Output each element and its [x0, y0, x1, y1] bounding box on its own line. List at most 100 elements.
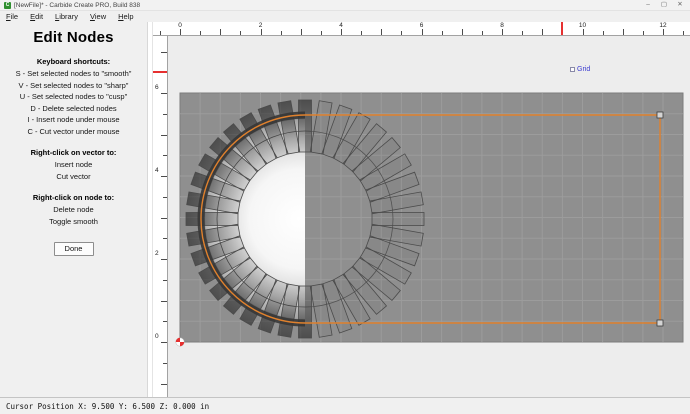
ruler-tick: [220, 29, 222, 35]
ruler-tick: [522, 31, 524, 35]
ruler-tick: [161, 300, 167, 302]
gear-tooth[interactable]: [185, 212, 239, 226]
ruler-tick: [163, 321, 167, 323]
minimize-icon[interactable]: –: [640, 0, 656, 10]
ruler-tick: [161, 217, 167, 219]
context-line: Insert node: [54, 160, 93, 169]
shortcut-line: U - Set selected nodes to "cusp": [19, 92, 128, 101]
ruler-tick: [159, 31, 161, 35]
ruler-label: 2: [258, 22, 263, 29]
ruler-tick: [320, 31, 322, 35]
ruler-tick: [260, 29, 262, 35]
ruler-tick: [401, 31, 403, 35]
menu-library[interactable]: Library: [49, 11, 84, 22]
menu-file[interactable]: File: [0, 11, 24, 22]
shortcut-line: C - Cut vector under mouse: [27, 126, 120, 136]
ruler-tick: [161, 342, 167, 343]
ruler-tick: [341, 29, 342, 35]
done-button[interactable]: Done: [53, 242, 94, 256]
window-title: [NewFile]* - Carbide Create PRO, Build 8…: [14, 1, 141, 9]
ruler-tick: [161, 51, 167, 53]
cursor-x-marker: [561, 22, 564, 35]
ruler-tick: [542, 29, 544, 35]
gear-tooth[interactable]: [298, 99, 312, 153]
ruler-tick: [163, 155, 167, 157]
ruler-tick: [163, 196, 167, 198]
ruler-tick: [163, 238, 167, 240]
ruler-tick: [161, 383, 167, 385]
section-heading: Right-click on node to:: [32, 193, 115, 202]
ruler-label: 8: [500, 22, 504, 29]
cursor-position-readout: Cursor Position X: 9.500 Y: 6.500 Z: 0.0…: [6, 402, 210, 411]
context-line: Toggle smooth: [49, 216, 98, 226]
ruler-tick: [161, 93, 167, 94]
ruler-tick: [441, 31, 443, 35]
ruler-label: 10: [578, 22, 587, 29]
gear-tooth[interactable]: [371, 212, 425, 226]
ruler-label: 0: [155, 333, 159, 340]
grid-toggle[interactable]: Grid: [570, 66, 590, 74]
vector-context-section: Right-click on vector to: Insert node Cu…: [0, 148, 147, 182]
section-heading: Right-click on vector to:: [30, 148, 117, 157]
shortcut-line: D - Delete selected nodes: [30, 103, 117, 113]
menu-view[interactable]: View: [84, 11, 112, 22]
menu-help[interactable]: Help: [112, 11, 139, 22]
origin-marker: [175, 337, 185, 347]
shortcut-line: I - Insert node under mouse: [27, 115, 120, 124]
ruler-tick: [200, 31, 202, 35]
node-context-section: Right-click on node to: Delete node Togg…: [0, 193, 147, 227]
ruler-tick: [602, 31, 604, 35]
node-handle[interactable]: [656, 111, 664, 119]
ruler-tick: [163, 279, 167, 281]
gear-tooth[interactable]: [298, 285, 312, 339]
status-bar: Cursor Position X: 9.500 Y: 6.500 Z: 0.0…: [0, 397, 690, 414]
ruler-tick: [622, 29, 624, 35]
context-line: Cut vector: [56, 171, 91, 181]
ruler-label: 2: [155, 250, 159, 257]
ruler-tick: [481, 31, 483, 35]
cursor-y-marker: [153, 71, 167, 74]
page-title: Edit Nodes: [33, 29, 114, 46]
close-icon[interactable]: ✕: [672, 0, 688, 10]
grid-checkbox[interactable]: [570, 67, 575, 72]
menu-edit[interactable]: Edit: [24, 11, 49, 22]
ruler-label: 0: [178, 22, 182, 29]
app-icon: C: [4, 1, 11, 9]
title-bar: C [NewFile]* - Carbide Create PRO, Build…: [0, 0, 690, 11]
ruler-tick: [461, 29, 463, 35]
ruler-tick: [642, 31, 644, 35]
edit-nodes-panel: Edit Nodes Keyboard shortcuts: S - Set s…: [0, 22, 148, 397]
design-canvas[interactable]: [168, 36, 690, 397]
ruler-tick: [502, 29, 503, 35]
ruler-tick: [300, 29, 302, 35]
keyboard-shortcuts-section: Keyboard shortcuts: S - Set selected nod…: [0, 57, 147, 137]
ruler-tick: [161, 176, 167, 177]
ruler-label: 4: [155, 167, 159, 174]
ruler-label: 12: [659, 22, 667, 29]
ruler-tick: [240, 31, 242, 35]
shortcut-line: S - Set selected nodes to "smooth": [15, 69, 132, 78]
menu-bar: File Edit Library View Help: [0, 11, 690, 22]
ruler-tick: [361, 31, 363, 35]
node-handle[interactable]: [656, 319, 664, 327]
ruler-tick: [163, 362, 167, 364]
horizontal-ruler: 0 2 4 6 8 10 12: [153, 22, 690, 36]
ruler-tick: [663, 29, 664, 35]
ruler-tick: [381, 29, 383, 35]
ruler-label: 6: [155, 84, 159, 91]
ruler-tick: [180, 29, 181, 35]
maximize-icon[interactable]: ▢: [656, 0, 672, 10]
section-heading: Keyboard shortcuts:: [36, 57, 111, 66]
grid-toggle-label[interactable]: Grid: [577, 66, 590, 74]
ruler-tick: [161, 259, 167, 260]
ruler-label: 4: [339, 22, 343, 29]
ruler-tick: [161, 134, 167, 136]
vertical-ruler: 0 2 4 6: [153, 36, 168, 397]
ruler-tick: [683, 31, 685, 35]
ruler-tick: [582, 29, 584, 35]
ruler-tick: [163, 113, 167, 115]
ruler-tick: [280, 31, 282, 35]
ruler-tick: [421, 29, 423, 35]
shortcut-line: V - Set selected nodes to "sharp": [18, 80, 129, 90]
ruler-label: 6: [419, 22, 424, 29]
